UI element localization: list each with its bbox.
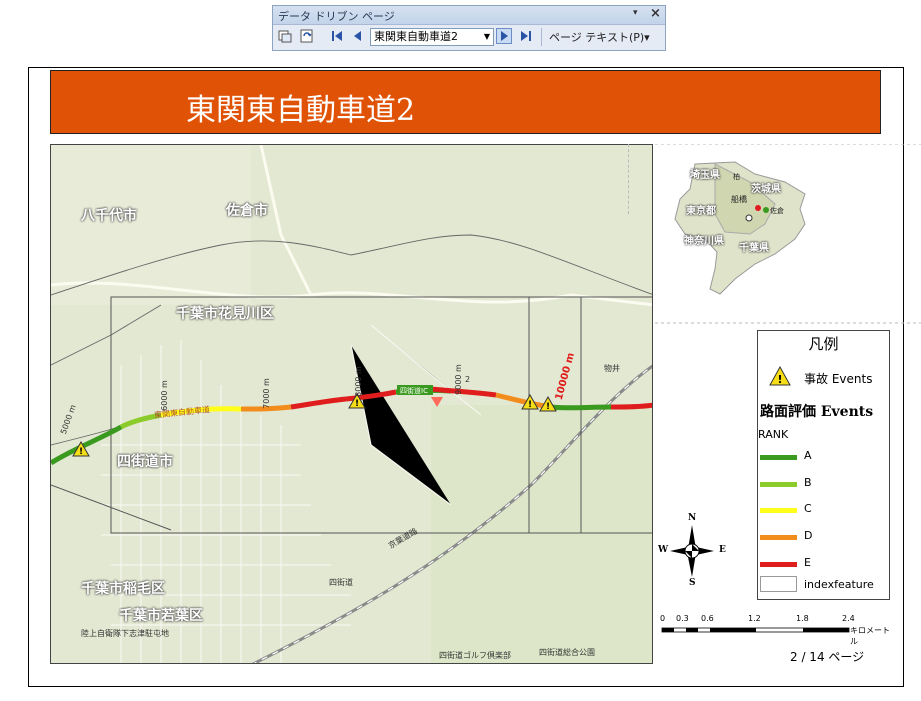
label-monoi: 物井 <box>604 364 620 373</box>
next-page-icon[interactable] <box>496 28 512 44</box>
toolbar-close-button[interactable]: × <box>650 6 661 21</box>
refresh-icon[interactable] <box>277 28 293 44</box>
compass-e: E <box>719 545 726 555</box>
chainage-marker-label: 2 <box>465 375 471 384</box>
label-yotsukaido-station: 四街道 <box>329 578 353 587</box>
place-label-sakura: 佐倉市 <box>226 203 268 219</box>
svg-text:!: ! <box>546 402 550 412</box>
compass-w: W <box>658 545 669 555</box>
chainage-label-7000: 7000 m <box>261 378 271 409</box>
inset-label-kanagawa: 神奈川県 <box>684 236 724 247</box>
inset-label-sakura: 佐倉 <box>770 207 784 215</box>
toolbar-menu-button[interactable]: ▾ <box>633 8 638 18</box>
first-page-icon[interactable] <box>329 28 345 44</box>
legend-index-label: indexfeature <box>804 578 874 591</box>
svg-text:!: ! <box>528 400 532 410</box>
title-banner: 東関東自動車道2 <box>50 70 881 134</box>
page-select-dropdown[interactable]: 東関東自動車道2 ▼ <box>370 28 494 46</box>
legend-pavement-label: 路面評価 Events <box>760 404 874 420</box>
place-label-yachiyo: 八千代市 <box>81 208 137 224</box>
previous-page-icon[interactable] <box>349 28 365 44</box>
toolbar-title-bar[interactable]: データ ドリブン ページ ▾ × <box>273 6 665 25</box>
chainage-label-9000: 9000 m <box>453 364 463 395</box>
place-label-yotsukaido: 四街道市 <box>117 454 173 470</box>
inset-label-tokyo: 東京都 <box>686 206 716 217</box>
inset-label-chiba: 千葉県 <box>739 243 769 254</box>
inset-label-saitama: 埼玉県 <box>690 170 720 181</box>
legend-swatch-d <box>760 535 797 540</box>
inset-divider <box>628 144 630 214</box>
compass-s: S <box>689 578 696 588</box>
page-number: 2 / 14 ページ <box>790 650 865 664</box>
legend-rank-c: C <box>804 502 812 515</box>
svg-text:!: ! <box>777 373 782 386</box>
legend-swatch-a <box>760 455 797 460</box>
options-icon[interactable] <box>299 28 315 44</box>
place-label-hanamigawa: 千葉市花見川区 <box>176 306 274 322</box>
last-page-icon[interactable] <box>518 28 534 44</box>
inset-label-kashiwa: 柏 <box>733 173 740 181</box>
label-camp: 陸上自衛隊下志津駐屯地 <box>81 629 169 638</box>
place-label-inage: 千葉市稲毛区 <box>81 581 165 597</box>
inset-label-ibaraki: 茨城県 <box>751 184 781 195</box>
interchange-label: 四街道IC <box>400 387 428 395</box>
legend-box: 凡例 ! 事故 Events 路面評価 Events RANK A B C D … <box>757 330 890 600</box>
svg-text:!: ! <box>355 399 359 409</box>
legend-rank-b: B <box>804 476 812 489</box>
warning-icon: ! <box>768 365 792 391</box>
legend-rank-e: E <box>804 556 811 569</box>
legend-rank-a: A <box>804 449 812 462</box>
toolbar-separator <box>541 28 542 46</box>
chainage-label-8000: 8000 m <box>353 366 363 397</box>
page-select-value: 東関東自動車道2 <box>374 30 458 43</box>
legend-swatch-b <box>760 482 797 487</box>
svg-text:!: ! <box>79 447 83 457</box>
legend-swatch-index <box>760 576 797 592</box>
inset-label-funabashi: 船橋 <box>731 195 747 204</box>
chainage-label-6000: 6000 m <box>159 380 169 411</box>
legend-title: 凡例 <box>808 335 839 353</box>
chevron-down-icon[interactable]: ▼ <box>484 29 490 45</box>
place-label-wakaba: 千葉市若葉区 <box>119 608 203 624</box>
legend-rank-label: RANK <box>758 428 789 441</box>
legend-swatch-c <box>760 508 797 513</box>
legend-swatch-e <box>760 562 797 567</box>
legend-rank-d: D <box>804 529 813 542</box>
overview-inset-map[interactable]: 埼玉県 茨城県 東京都 船橋 神奈川県 千葉県 柏 佐倉 <box>655 144 921 324</box>
page-title: 東関東自動車道2 <box>186 93 416 128</box>
toolbar-title: データ ドリブン ページ <box>278 10 395 23</box>
legend-accident-label: 事故 Events <box>804 372 873 386</box>
scale-bar-graphic <box>661 627 850 633</box>
page-text-menu[interactable]: ページ テキスト(P)▾ <box>549 29 650 45</box>
data-driven-pages-toolbar: データ ドリブン ページ ▾ × 東関東自動車道2 ▼ ページ テキスト(P)▾ <box>272 5 666 51</box>
main-map-frame[interactable]: ! ! ! ! 八千代市 佐倉市 千葉市花見川区 四街道市 千葉市稲毛区 千葉市… <box>50 144 653 664</box>
scale-bar: 0 0.3 0.6 1.2 1.8 2.4 キロメートル <box>660 614 890 646</box>
north-arrow: N S W E <box>658 513 728 589</box>
label-park: 四街道総合公園 <box>539 648 595 657</box>
compass-n: N <box>688 513 697 523</box>
label-golf: 四街道ゴルフ倶楽部 <box>439 651 511 660</box>
